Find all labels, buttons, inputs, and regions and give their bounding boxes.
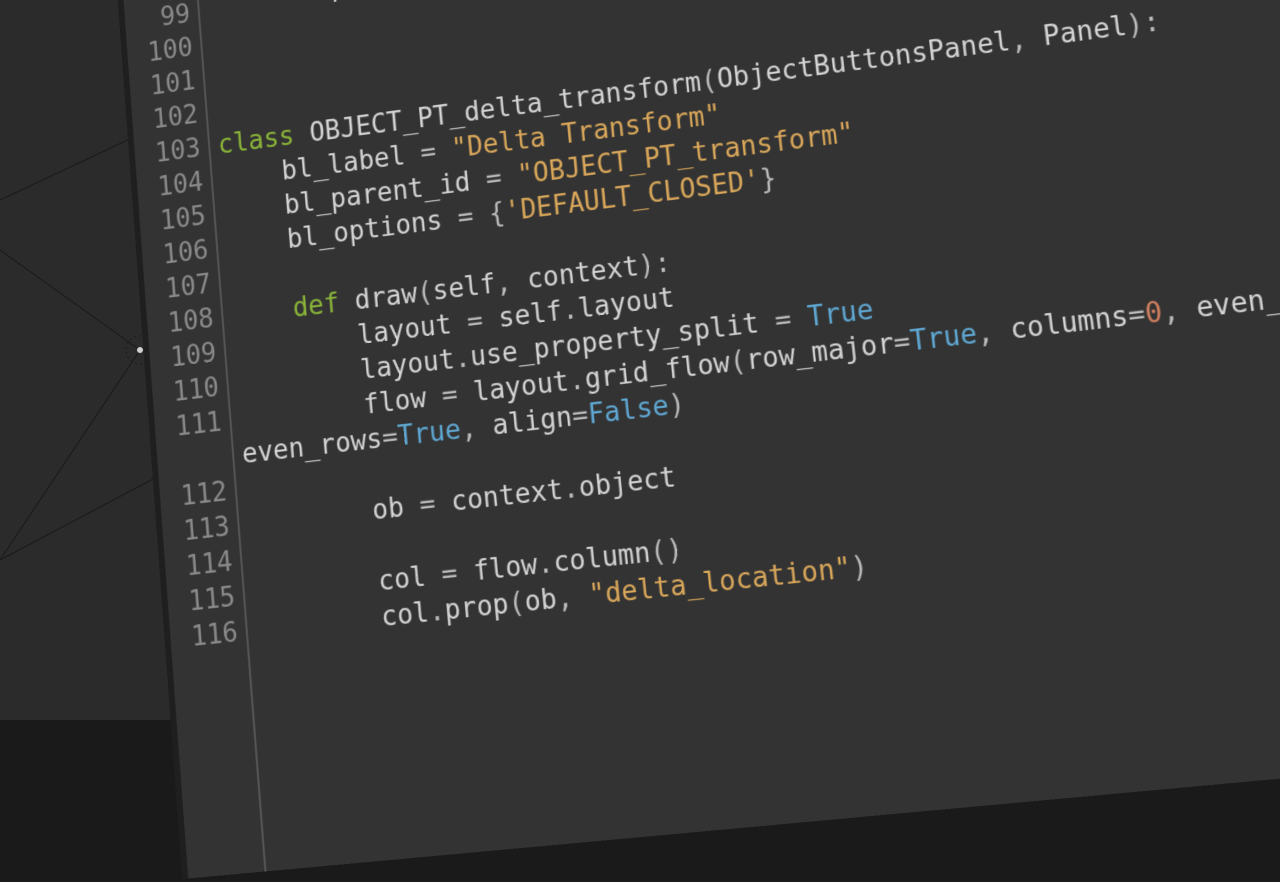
token-op: .	[374, 0, 392, 3]
token-op: ,	[494, 265, 528, 300]
token-const: True	[806, 294, 875, 333]
token-name: align	[491, 402, 574, 442]
token-op: ()	[649, 534, 685, 569]
token-const: True	[909, 318, 979, 357]
token-kw: def	[292, 288, 341, 324]
token-const: True	[396, 414, 462, 452]
token-op: )	[667, 389, 686, 422]
token-op: ,	[1160, 293, 1198, 329]
token-op: ,	[975, 315, 1012, 351]
token-op: }	[759, 163, 778, 196]
token-op: {	[472, 197, 506, 231]
token-name	[230, 294, 294, 332]
text-editor[interactable]: 9596979899100101102103104105106107108109…	[114, 0, 1280, 879]
code-area[interactable]: row.prop(ob, "lock_ row = layout.row(ali…	[196, 0, 1280, 649]
token-op: ):	[637, 247, 672, 282]
token-op: )	[849, 551, 869, 585]
token-const: False	[587, 390, 671, 431]
token-name: ob	[523, 584, 558, 619]
token-op: ,	[555, 580, 590, 615]
token-name: prop	[443, 589, 510, 627]
token-op: ,	[459, 411, 493, 446]
token-op: ):	[1125, 6, 1162, 42]
token-op: ,	[1008, 22, 1045, 57]
token-self: self	[431, 269, 497, 307]
line-number: 116	[169, 615, 239, 657]
